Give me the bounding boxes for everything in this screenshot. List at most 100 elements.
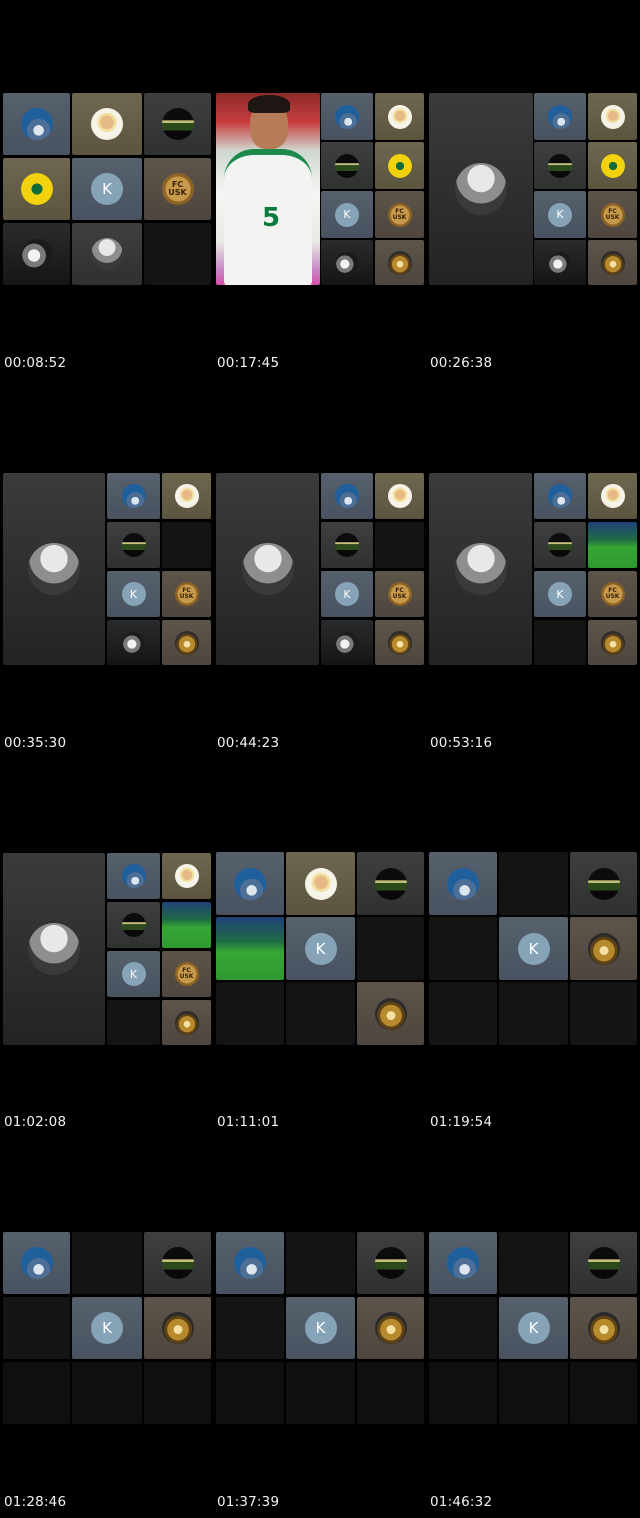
participant-tile[interactable] — [588, 620, 637, 665]
participant-tile[interactable] — [588, 142, 637, 189]
participant-tile[interactable] — [286, 852, 355, 915]
pinned-participant-tile[interactable] — [216, 473, 319, 665]
participant-tile[interactable]: FC USK — [375, 191, 424, 238]
pinned-participant-tile[interactable] — [3, 853, 105, 1045]
participant-tile[interactable]: K — [534, 571, 586, 617]
participant-tile[interactable]: K — [534, 191, 586, 238]
pitch-video-tile[interactable] — [216, 917, 284, 980]
frame-thumbnail-1[interactable]: K FC USK — [3, 93, 211, 287]
participant-tile[interactable] — [570, 1232, 637, 1294]
raised-hand-icon — [447, 867, 479, 900]
participant-tile[interactable] — [429, 1232, 497, 1294]
participant-tile[interactable] — [375, 142, 424, 189]
avatar-letter: K — [315, 939, 326, 958]
letter-avatar-icon: K — [121, 582, 146, 606]
participant-tile[interactable]: FC USK — [588, 571, 637, 617]
participant-tile[interactable]: K — [72, 158, 142, 220]
participant-tile[interactable] — [107, 522, 160, 568]
frame-thumbnail-11[interactable]: K — [216, 1232, 424, 1426]
participant-tile[interactable] — [588, 93, 637, 140]
participant-tile[interactable] — [321, 473, 373, 519]
empty-tile — [499, 1362, 568, 1424]
participant-tile[interactable]: FC USK — [375, 571, 424, 617]
participant-tile[interactable] — [107, 853, 160, 899]
participant-tile[interactable] — [588, 240, 637, 285]
participant-tile[interactable] — [321, 93, 373, 140]
participant-tile[interactable] — [107, 473, 160, 519]
participant-tile[interactable]: K — [321, 191, 373, 238]
participant-tile[interactable] — [107, 902, 160, 948]
participant-tile[interactable] — [144, 1297, 211, 1359]
participant-tile[interactable] — [144, 93, 211, 155]
participant-tile[interactable] — [534, 142, 586, 189]
participant-tile[interactable]: K — [499, 917, 568, 980]
participant-tile[interactable] — [162, 620, 211, 665]
participant-tile[interactable] — [3, 1232, 70, 1294]
participant-tile[interactable] — [570, 852, 637, 915]
participant-tile[interactable] — [72, 93, 142, 155]
participant-tile[interactable] — [357, 982, 424, 1045]
participant-tile[interactable] — [375, 93, 424, 140]
participant-tile[interactable] — [570, 917, 637, 980]
participant-tile[interactable] — [162, 853, 211, 899]
frame-thumbnail-8[interactable]: K — [216, 852, 424, 1046]
participant-tile[interactable]: K — [286, 1297, 355, 1359]
pinned-participant-tile[interactable] — [429, 93, 533, 285]
participant-tile[interactable] — [321, 142, 373, 189]
participant-tile[interactable] — [321, 240, 373, 285]
participant-tile[interactable]: K — [107, 571, 160, 617]
participant-tile[interactable]: K — [107, 951, 160, 997]
empty-tile — [429, 1297, 497, 1359]
participant-tile[interactable] — [3, 223, 70, 285]
pitch-video-tile[interactable] — [588, 522, 637, 568]
participant-tile[interactable] — [321, 620, 373, 665]
participant-tile[interactable] — [570, 1297, 637, 1359]
pinned-video-tile[interactable]: 5 — [216, 93, 320, 285]
pinned-participant-tile[interactable] — [3, 473, 105, 665]
participant-tile[interactable] — [375, 620, 424, 665]
empty-tile — [357, 917, 424, 980]
frame-thumbnail-12[interactable]: K — [429, 1232, 637, 1426]
participant-tile[interactable] — [162, 1000, 211, 1045]
frame-thumbnail-4[interactable]: K FC USK — [3, 473, 211, 667]
letter-avatar-icon: K — [121, 962, 146, 986]
participant-tile[interactable] — [357, 1297, 424, 1359]
participant-tile[interactable] — [357, 1232, 424, 1294]
participant-tile[interactable]: FC USK — [162, 571, 211, 617]
participant-tile[interactable] — [144, 1232, 211, 1294]
participant-tile[interactable] — [588, 473, 637, 519]
participant-tile[interactable]: FC USK — [144, 158, 211, 220]
pitch-video-tile[interactable] — [162, 902, 211, 948]
participant-tile[interactable] — [216, 852, 284, 915]
participant-tile[interactable] — [534, 522, 586, 568]
participant-tile[interactable] — [162, 473, 211, 519]
participant-tile[interactable] — [357, 852, 424, 915]
participant-tile[interactable] — [3, 93, 70, 155]
frame-thumbnail-10[interactable]: K — [3, 1232, 211, 1426]
frame-thumbnail-5[interactable]: K FC USK — [216, 473, 424, 667]
frame-thumbnail-2[interactable]: 5 K FC USK — [216, 93, 424, 287]
frame-thumbnail-6[interactable]: K FC USK — [429, 473, 637, 667]
frame-thumbnail-3[interactable]: K FC USK — [429, 93, 637, 287]
participant-tile[interactable]: K — [72, 1297, 142, 1359]
frame-thumbnail-9[interactable]: K — [429, 852, 637, 1046]
participant-tile[interactable] — [534, 93, 586, 140]
frame-thumbnail-7[interactable]: K FC USK — [3, 853, 211, 1047]
participant-tile[interactable] — [72, 223, 142, 285]
participant-tile[interactable]: K — [499, 1297, 568, 1359]
participant-tile[interactable] — [534, 240, 586, 285]
pinned-participant-tile[interactable] — [429, 473, 532, 665]
participant-tile[interactable]: K — [321, 571, 373, 617]
participant-tile[interactable] — [534, 473, 586, 519]
participant-tile[interactable] — [3, 158, 70, 220]
empty-tile — [286, 1232, 355, 1294]
participant-tile[interactable] — [375, 473, 424, 519]
participant-tile[interactable]: K — [286, 917, 355, 980]
participant-tile[interactable] — [107, 620, 160, 665]
participant-tile[interactable] — [216, 1232, 284, 1294]
participant-tile[interactable]: FC USK — [588, 191, 637, 238]
participant-tile[interactable]: FC USK — [162, 951, 211, 997]
participant-tile[interactable] — [321, 522, 373, 568]
participant-tile[interactable] — [375, 240, 424, 285]
participant-tile[interactable] — [429, 852, 497, 915]
